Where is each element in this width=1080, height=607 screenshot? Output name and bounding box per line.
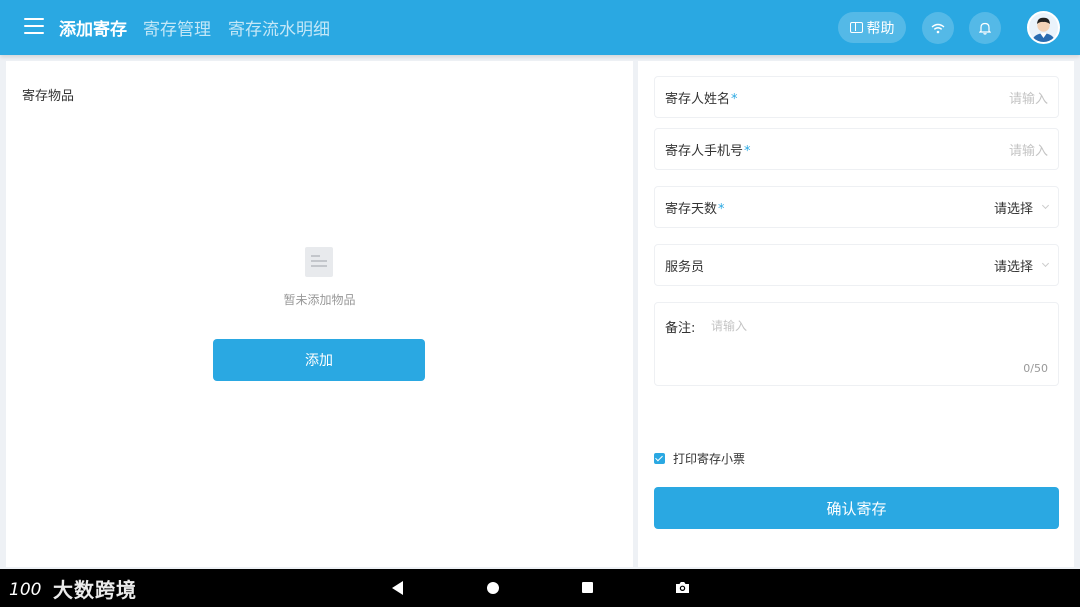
back-icon[interactable] xyxy=(392,581,403,595)
tab-storage-records[interactable]: 寄存流水明细 xyxy=(228,15,330,40)
depositor-name-input[interactable]: 请输入 xyxy=(1009,88,1048,107)
help-button-label: 帮助 xyxy=(866,20,895,37)
bell-icon xyxy=(979,22,991,35)
book-icon xyxy=(849,22,863,33)
tab-add-storage[interactable]: 添加寄存 xyxy=(59,15,127,40)
depositor-phone-field[interactable]: 寄存人手机号* 请输入 xyxy=(654,128,1059,170)
stored-items-title: 寄存物品 xyxy=(22,89,75,104)
remark-input[interactable]: 请输入 xyxy=(711,317,747,334)
menu-icon[interactable] xyxy=(24,18,44,36)
print-ticket-label: 打印寄存小票 xyxy=(673,452,746,466)
print-ticket-checkbox[interactable]: 打印寄存小票 xyxy=(654,450,745,467)
storage-days-select[interactable]: 寄存天数* 请选择 xyxy=(654,186,1059,228)
checkbox-checked-icon[interactable] xyxy=(654,453,665,464)
tab-storage-management[interactable]: 寄存管理 xyxy=(143,15,211,40)
attendant-label: 服务员 xyxy=(665,259,705,275)
remark-textarea[interactable]: 备注: 请输入 0/50 xyxy=(654,302,1059,386)
attendant-select[interactable]: 服务员 请选择 xyxy=(654,244,1059,286)
user-avatar[interactable] xyxy=(1027,11,1060,44)
top-app-bar: 添加寄存 寄存管理 寄存流水明细 帮助 xyxy=(0,0,1080,55)
help-button[interactable]: 帮助 xyxy=(838,12,906,43)
notification-button[interactable] xyxy=(969,12,1001,44)
camera-icon[interactable] xyxy=(675,581,690,594)
depositor-phone-label: 寄存人手机号* xyxy=(665,143,751,159)
recent-apps-icon[interactable] xyxy=(582,582,593,593)
attendant-value: 请选择 xyxy=(993,259,1033,275)
stored-items-panel: 寄存物品 暂未添加物品 添加 xyxy=(6,61,633,567)
wifi-icon xyxy=(931,23,945,33)
depositor-phone-input[interactable]: 请输入 xyxy=(1009,140,1048,159)
storage-days-label: 寄存天数* xyxy=(665,201,725,217)
empty-document-icon xyxy=(305,247,333,277)
watermark: 100 大数跨境 xyxy=(9,574,137,602)
chevron-down-icon xyxy=(1041,259,1050,268)
add-item-button[interactable]: 添加 xyxy=(213,339,425,381)
svg-text:100: 100 xyxy=(9,580,41,600)
watermark-logo: 100 xyxy=(9,580,41,600)
remark-label: 备注: xyxy=(665,321,696,336)
empty-state-text: 暂未添加物品 xyxy=(283,293,356,307)
watermark-text: 大数跨境 xyxy=(53,577,137,602)
depositor-name-label: 寄存人姓名* xyxy=(665,91,738,107)
depositor-name-field[interactable]: 寄存人姓名* 请输入 xyxy=(654,76,1059,118)
remark-char-count: 0/50 xyxy=(1023,362,1048,375)
home-icon[interactable] xyxy=(487,582,499,594)
storage-form-panel: 寄存人姓名* 请输入 寄存人手机号* 请输入 寄存天数* 请选择 服务员 请选择… xyxy=(638,61,1074,567)
system-navigation-bar: 100 大数跨境 xyxy=(0,569,1080,607)
confirm-storage-button[interactable]: 确认寄存 xyxy=(654,487,1059,529)
chevron-down-icon xyxy=(1041,201,1050,210)
wifi-button[interactable] xyxy=(922,12,954,44)
storage-days-value: 请选择 xyxy=(993,201,1033,217)
user-avatar-image xyxy=(1029,13,1058,42)
